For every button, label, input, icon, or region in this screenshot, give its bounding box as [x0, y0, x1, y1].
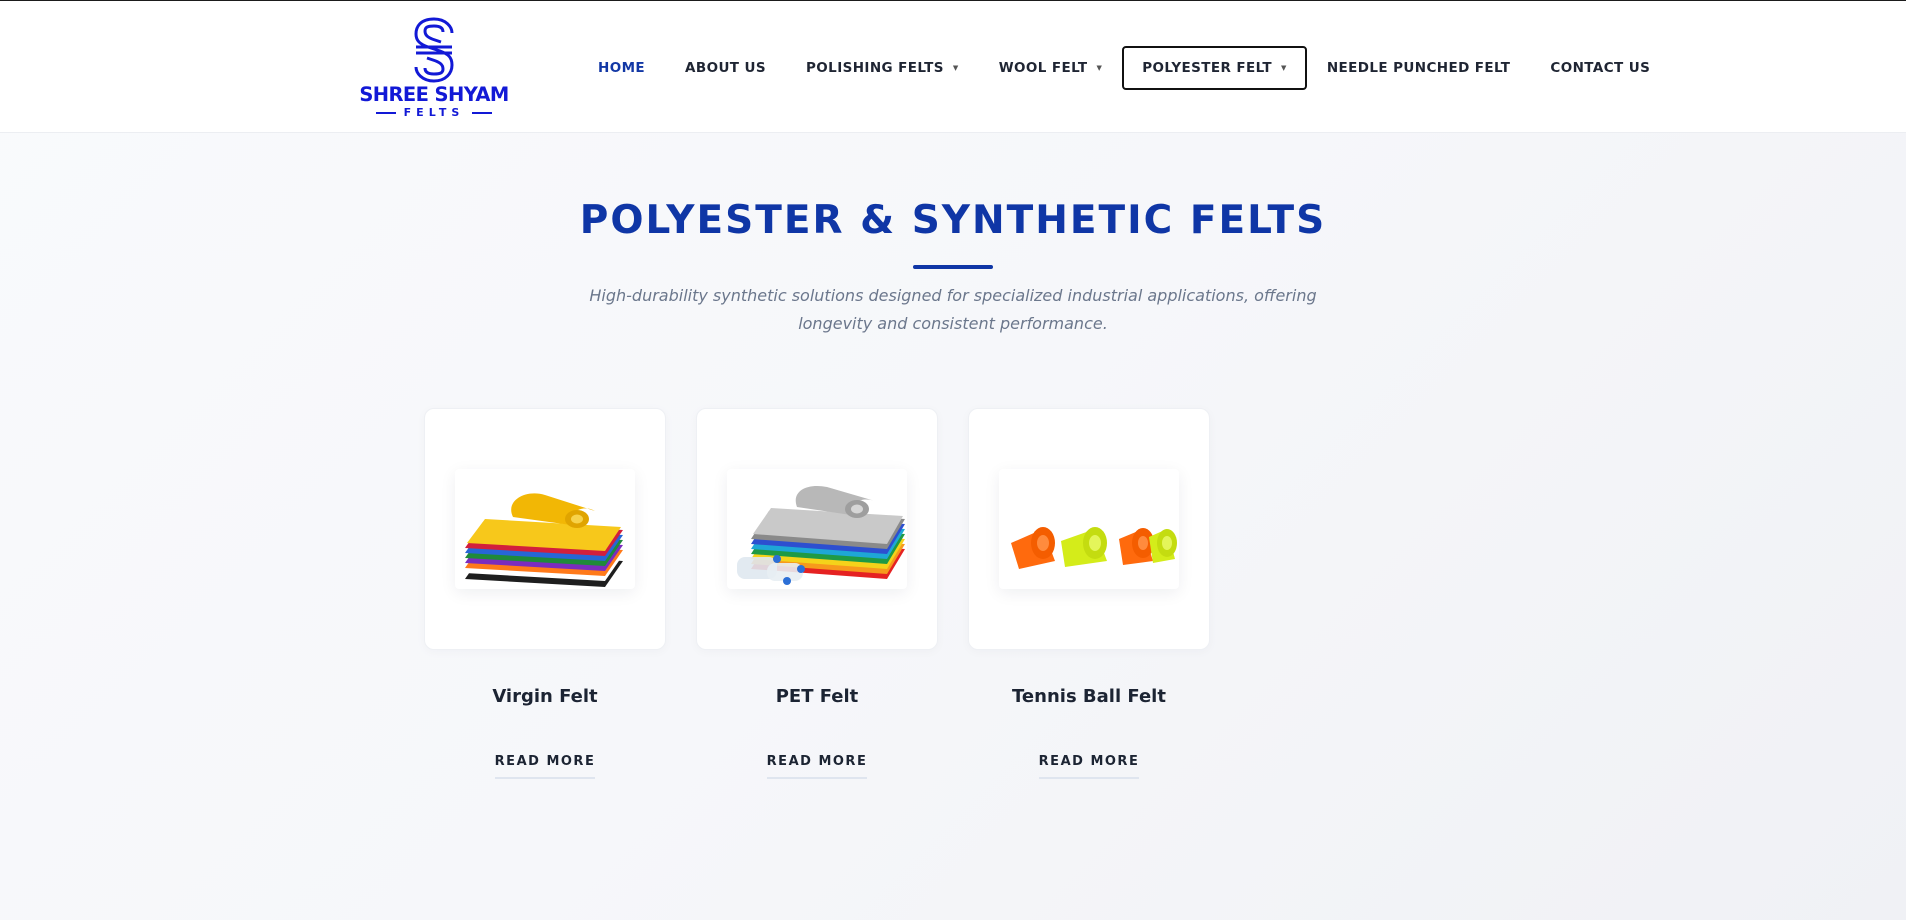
read-more-label: READ MORE — [1038, 754, 1140, 779]
felt-stack-icon — [465, 493, 623, 587]
nav-item-polishing-felts[interactable]: POLISHING FELTS ▼ — [786, 46, 979, 90]
nav-item-polyester-felt[interactable]: POLYESTER FELT ▼ — [1122, 46, 1307, 90]
product-image — [455, 469, 635, 589]
chevron-down-icon: ▼ — [952, 64, 959, 72]
site-logo[interactable]: SHREE SHYAM FELTS — [352, 17, 516, 121]
product-image — [999, 469, 1179, 589]
product-card-virgin-felt[interactable] — [424, 408, 666, 650]
read-more-link-tennis-ball-felt[interactable]: READ MORE — [968, 750, 1210, 779]
product-title: PET Felt — [775, 686, 859, 707]
main-nav: HOME ABOUT US POLISHING FELTS ▼ WOOL FEL… — [578, 46, 1670, 90]
nav-item-wool-felt[interactable]: WOOL FELT ▼ — [979, 46, 1123, 90]
nav-item-about-us[interactable]: ABOUT US — [665, 46, 786, 90]
logo-s-icon — [414, 17, 454, 83]
read-more-label: READ MORE — [494, 754, 596, 779]
read-more-link-pet-felt[interactable]: READ MORE — [696, 750, 938, 779]
site-header: SHREE SHYAM FELTS HOME ABOUT US POLISHIN… — [0, 0, 1906, 133]
section-title: POLYESTER & SYNTHETIC FELTS — [579, 198, 1327, 243]
pet-felt-bottles-icon — [737, 485, 905, 585]
nav-label: HOME — [598, 60, 646, 76]
nav-label: POLISHING FELTS — [806, 60, 944, 76]
product-title: Virgin Felt — [492, 686, 598, 707]
nav-label: CONTACT US — [1550, 60, 1651, 76]
product-image — [727, 469, 907, 589]
nav-item-contact-us[interactable]: CONTACT US — [1530, 46, 1670, 90]
product-card-pet-felt[interactable] — [696, 408, 938, 650]
nav-label: NEEDLE PUNCHED FELT — [1326, 60, 1511, 76]
nav-label: POLYESTER FELT — [1142, 60, 1273, 76]
felt-rolls-icon — [1011, 527, 1177, 569]
product-card-tennis-ball-felt[interactable] — [968, 408, 1210, 650]
product-title: Tennis Ball Felt — [1012, 686, 1166, 707]
nav-item-needle-punched-felt[interactable]: NEEDLE PUNCHED FELT — [1307, 46, 1531, 90]
logo-subtext: FELTS — [352, 106, 516, 119]
logo-wordmark: SHREE SHYAM — [359, 83, 509, 106]
section-description: High-durability synthetic solutions desi… — [589, 286, 1317, 333]
chevron-down-icon: ▼ — [1281, 64, 1287, 72]
title-divider — [913, 265, 993, 269]
read-more-label: READ MORE — [766, 754, 868, 779]
nav-item-home[interactable]: HOME — [578, 46, 665, 90]
read-more-link-virgin-felt[interactable]: READ MORE — [424, 750, 666, 779]
nav-label: ABOUT US — [685, 60, 767, 76]
nav-label: WOOL FELT — [998, 60, 1088, 76]
chevron-down-icon: ▼ — [1096, 64, 1103, 72]
